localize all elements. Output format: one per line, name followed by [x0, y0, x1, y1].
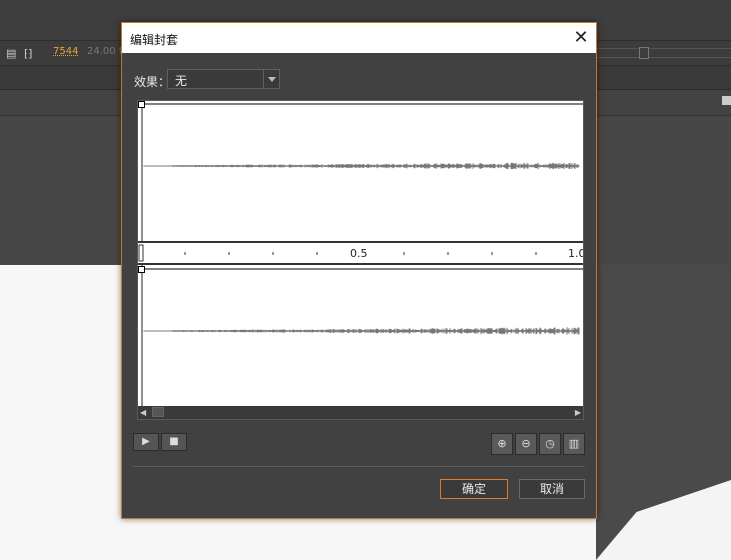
play-icon[interactable]: ▶: [133, 433, 159, 451]
ruler-label-1-0: 1.0: [568, 247, 584, 260]
scroll-right-icon[interactable]: ▶: [575, 408, 581, 417]
zoom-in-icon[interactable]: ⊕: [491, 433, 513, 455]
dialog-title: 编辑封套: [130, 33, 179, 47]
effect-select[interactable]: 无: [167, 69, 280, 89]
left-channel-waveform: [143, 162, 580, 170]
time-ruler: 0.5 1.0: [138, 241, 583, 265]
envelope-editor[interactable]: 0.5 1.0 ◀ ▶: [137, 100, 584, 420]
effect-value: 无: [175, 74, 188, 88]
frames-icon[interactable]: ▥: [563, 433, 585, 455]
scroll-thumb[interactable]: [152, 407, 164, 417]
ok-button[interactable]: 确定: [440, 479, 508, 499]
ruler-label-0-5: 0.5: [350, 247, 368, 260]
edit-envelope-dialog: 编辑封套 ✕ 效果： 无 0.5 1.0 ◀ ▶ ▶ ■ ⊕ ⊖ ◷ ▥ 确定 …: [121, 22, 597, 519]
zoom-slider-thumb[interactable]: [639, 47, 649, 59]
right-envelope-handle[interactable]: [138, 266, 145, 273]
cancel-button[interactable]: 取消: [519, 479, 585, 499]
scroll-left-icon[interactable]: ◀: [140, 408, 146, 417]
zoom-out-icon[interactable]: ⊖: [515, 433, 537, 455]
time-icon[interactable]: ◷: [539, 433, 561, 455]
zoom-slider[interactable]: [595, 47, 731, 59]
close-icon[interactable]: ✕: [571, 28, 591, 48]
horizontal-scrollbar[interactable]: ◀ ▶: [138, 406, 583, 419]
effect-label: 效果：: [134, 75, 171, 89]
frame-number[interactable]: 7544: [53, 46, 78, 57]
frame-rate[interactable]: 24.00 f: [87, 46, 122, 57]
right-channel-waveform: [143, 327, 580, 335]
stop-icon[interactable]: ■: [161, 433, 187, 451]
left-envelope-handle[interactable]: [138, 101, 145, 108]
onion-skin-icon[interactable]: ▤: [6, 47, 16, 60]
center-frame-icon[interactable]: ⁅⁆: [24, 47, 33, 60]
dropdown-arrow-icon[interactable]: [263, 70, 279, 88]
dialog-separator: [133, 466, 585, 467]
dialog-title-bar: 编辑封套 ✕: [122, 23, 596, 53]
panel-menu-icon[interactable]: [722, 96, 731, 105]
ruler-start-marker: [138, 244, 144, 262]
